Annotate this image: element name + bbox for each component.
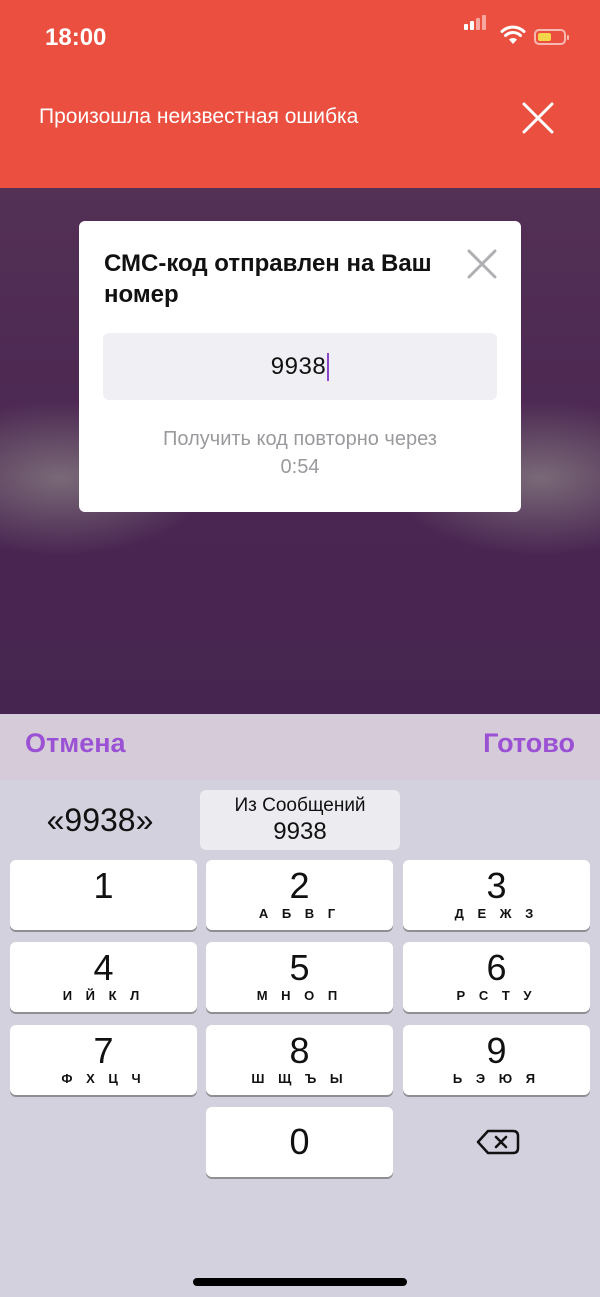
close-icon[interactable] xyxy=(520,100,556,136)
text-caret xyxy=(327,352,330,381)
key-0[interactable]: 0 xyxy=(206,1107,393,1177)
suggestion-source: Из Сообщений xyxy=(234,795,366,816)
key-5[interactable]: 5 М Н О П xyxy=(206,942,393,1012)
resend-countdown: Получить код повторно через 0:54 xyxy=(79,425,521,481)
key-6[interactable]: 6 Р С Т У xyxy=(403,942,590,1012)
messages-code-suggestion[interactable]: Из Сообщений 9938 xyxy=(200,790,400,850)
home-indicator xyxy=(193,1278,407,1286)
keyboard-toolbar: Отмена Готово xyxy=(0,714,600,780)
numeric-keyboard: «9938» Из Сообщений 9938 1 2 А Б В Г 3 Д… xyxy=(0,780,600,1297)
dialog-title: СМС-код отправлен на Ваш номер xyxy=(104,250,432,308)
resend-text: Получить код повторно через xyxy=(163,428,437,450)
status-time: 18:00 xyxy=(45,24,107,51)
resend-timer: 0:54 xyxy=(280,456,320,478)
done-button[interactable]: Готово xyxy=(483,728,575,759)
key-2[interactable]: 2 А Б В Г xyxy=(206,860,393,930)
sms-code-value: 9938 xyxy=(270,352,327,380)
key-4[interactable]: 4 И Й К Л xyxy=(10,942,197,1012)
cancel-button[interactable]: Отмена xyxy=(25,728,126,759)
close-icon[interactable] xyxy=(466,248,498,280)
quick-type-suggestion[interactable]: «9938» xyxy=(0,790,200,850)
error-banner: 18:00 Произошла неизвестная ошибка xyxy=(0,0,600,188)
key-9[interactable]: 9 Ь Э Ю Я xyxy=(403,1025,590,1095)
error-message: Произошла неизвестная ошибка xyxy=(39,105,359,128)
suggestion-code: 9938 xyxy=(273,818,327,845)
key-7[interactable]: 7 Ф Х Ц Ч xyxy=(10,1025,197,1095)
battery-icon xyxy=(534,29,569,45)
key-1[interactable]: 1 xyxy=(10,860,197,930)
key-8[interactable]: 8 Ш Щ Ъ Ы xyxy=(206,1025,393,1095)
wifi-icon xyxy=(500,25,526,44)
backspace-icon[interactable] xyxy=(403,1107,590,1177)
key-3[interactable]: 3 Д Е Ж З xyxy=(403,860,590,930)
sms-code-dialog: СМС-код отправлен на Ваш номер 9938 Полу… xyxy=(79,221,521,512)
sms-code-input[interactable]: 9938 xyxy=(103,333,497,400)
